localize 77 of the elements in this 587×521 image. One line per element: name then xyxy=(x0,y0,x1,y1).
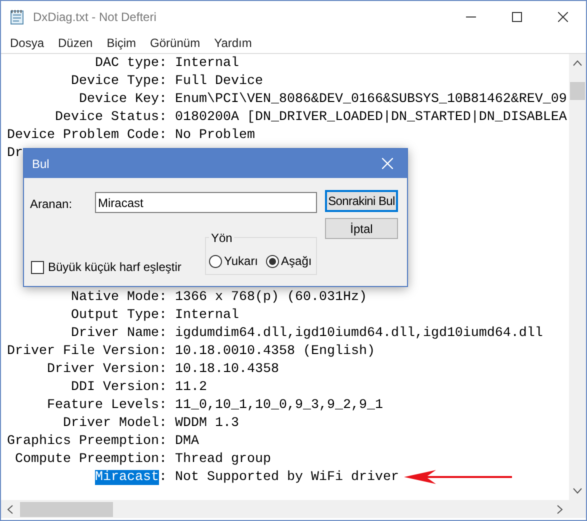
field-value: No Problem xyxy=(175,127,255,145)
colon: : xyxy=(159,56,167,71)
colon: : xyxy=(159,398,167,413)
vertical-scrollbar[interactable] xyxy=(569,54,586,500)
notepad-icon xyxy=(9,9,25,25)
find-next-button[interactable]: Sonrakini Bul xyxy=(325,190,398,212)
field-name: Driver Name xyxy=(71,326,159,341)
colon: : xyxy=(159,416,167,431)
field-name: Feature Levels xyxy=(47,398,159,413)
colon: : xyxy=(159,92,167,107)
field-value: Internal xyxy=(175,307,239,325)
field-name: Driver File Version xyxy=(7,344,159,359)
scrollbar-thumb[interactable] xyxy=(570,82,585,100)
field-value: 11_0,10_1,10_0,9_3,9_2,9_1 xyxy=(175,397,383,415)
field-name: Graphics Preemption xyxy=(7,434,159,449)
menu-item[interactable]: Yardım xyxy=(214,34,252,52)
field-value: Not Supported by WiFi driver xyxy=(175,469,399,487)
colon: : xyxy=(159,290,167,305)
colon: : xyxy=(159,434,167,449)
field-name: Driver Model xyxy=(63,416,159,431)
field-name: DAC type xyxy=(95,56,159,71)
field-name: DDI Version xyxy=(71,380,159,395)
colon: : xyxy=(159,470,167,485)
scroll-down-icon[interactable] xyxy=(573,488,582,494)
radio-label: Aşağı xyxy=(281,253,312,270)
field-value: 1366 x 768(p) (60.031Hz) xyxy=(175,289,367,307)
search-field[interactable]: Miracast xyxy=(95,192,317,213)
colon: : xyxy=(159,344,167,359)
menu-item[interactable]: Biçim xyxy=(106,34,136,52)
search-label: Aranan: xyxy=(30,196,72,213)
scroll-right-icon[interactable] xyxy=(557,504,563,514)
scroll-up-icon[interactable] xyxy=(573,60,582,66)
field-name: Output Type xyxy=(71,308,159,323)
colon: : xyxy=(159,308,167,323)
field-name: Device Type xyxy=(71,74,159,89)
text-fragment: Dr xyxy=(7,145,23,163)
field-value: Full Device xyxy=(175,73,263,91)
menu-item[interactable]: Dosya xyxy=(10,34,44,52)
field-value: 11.2 xyxy=(175,379,207,397)
colon: : xyxy=(159,74,167,89)
window-title: DxDiag.txt - Not Defteri xyxy=(33,9,156,26)
colon: : xyxy=(159,128,167,143)
menu-item[interactable]: Görünüm xyxy=(150,34,200,52)
radio-label: Yukarı xyxy=(224,253,258,270)
field-value: 10.18.0010.4358 (English) xyxy=(175,343,375,361)
field-name: Device Problem Code xyxy=(7,128,159,143)
field-name: Driver Version xyxy=(47,362,159,377)
field-value: DMA xyxy=(175,433,199,451)
checkbox-label: Büyük küçük harf eşleştir xyxy=(48,259,182,276)
colon: : xyxy=(159,452,167,467)
colon: : xyxy=(159,380,167,395)
maximize-icon[interactable] xyxy=(512,12,522,22)
field-name: Device Status xyxy=(55,110,159,125)
colon: : xyxy=(159,362,167,377)
scrollbar-thumb[interactable] xyxy=(20,502,113,516)
field-name: Compute Preemption xyxy=(15,452,159,467)
field-value: WDDM 1.3 xyxy=(175,415,239,433)
radio-button[interactable] xyxy=(266,254,280,268)
field-value: 10.18.10.4358 xyxy=(175,361,279,379)
close-icon[interactable] xyxy=(558,12,568,22)
cancel-button[interactable]: İptal xyxy=(325,218,398,239)
colon: : xyxy=(159,326,167,341)
colon: : xyxy=(159,110,167,125)
field-value: Thread group xyxy=(175,451,271,469)
field-value: 0180200A [DN_DRIVER_LOADED|DN_STARTED|DN_DISABLEA xyxy=(175,109,567,127)
checkbox[interactable] xyxy=(31,260,44,274)
field-value: Enum\PCI\VEN_8086&DEV_0166&SUBSYS_10B81462&REV_09 xyxy=(175,91,567,109)
horizontal-scrollbar[interactable] xyxy=(1,500,569,518)
menu-item[interactable]: Düzen xyxy=(58,34,93,52)
field-name: Native Mode xyxy=(71,290,159,305)
field-value: Internal xyxy=(175,55,239,73)
field-value: igdumdim64.dll,igd10iumd64.dll,igd10iumd64.dll xyxy=(175,325,543,343)
dialog-title: Bul xyxy=(32,156,50,172)
field-name: Miracast xyxy=(95,470,159,485)
field-name: Device Key xyxy=(79,92,159,107)
radio-button[interactable] xyxy=(209,254,222,268)
scroll-left-icon[interactable] xyxy=(7,504,13,514)
